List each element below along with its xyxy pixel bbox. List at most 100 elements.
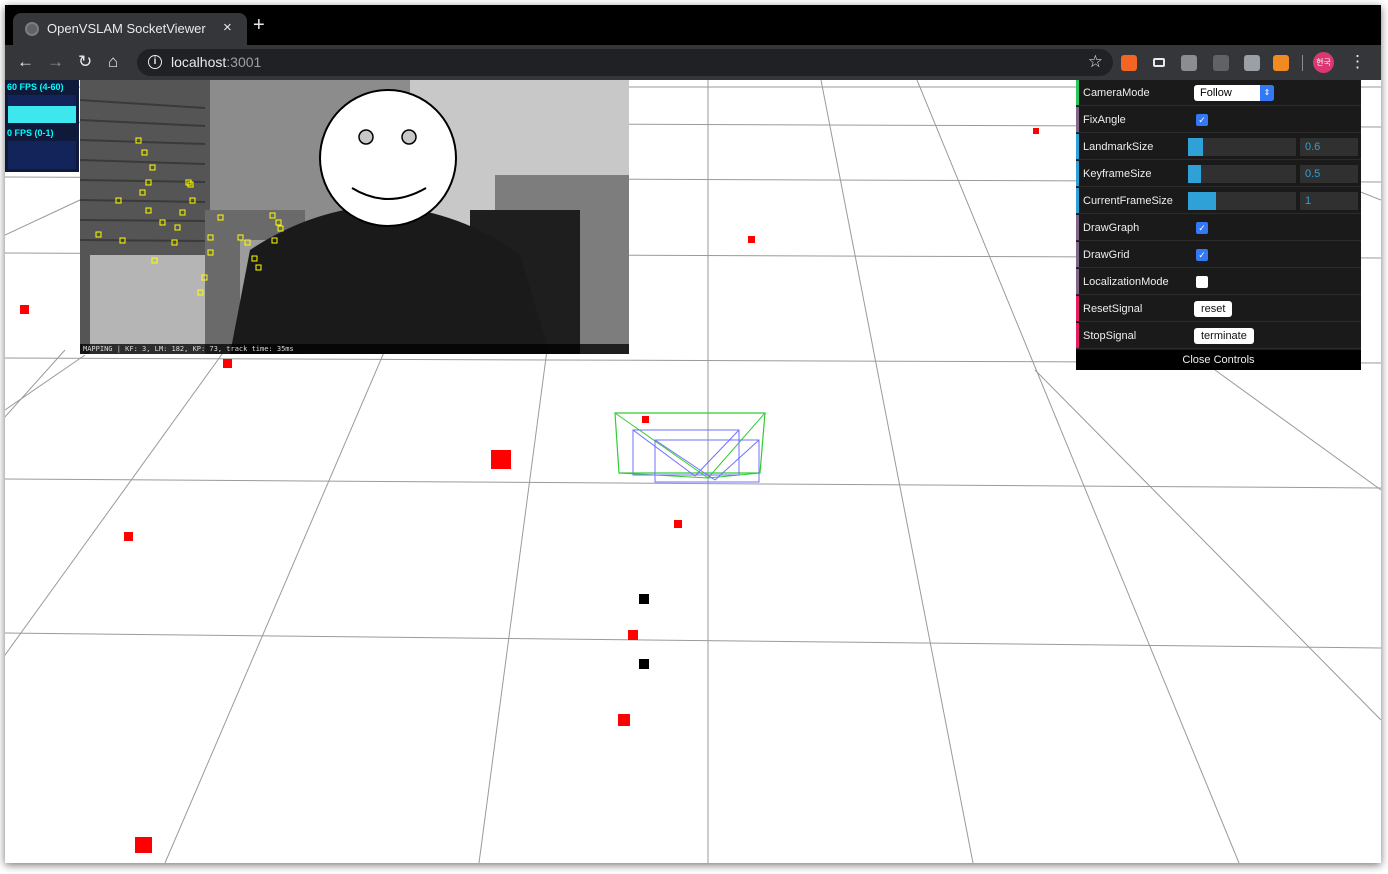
reset-button[interactable]: reset (1194, 301, 1233, 317)
close-tab-icon[interactable]: × (223, 19, 232, 37)
frustums (614, 412, 766, 483)
stats-monitor[interactable]: 60 FPS (4-60) 0 FPS (0-1) (5, 80, 79, 172)
screen-extension-icon[interactable] (1153, 58, 1165, 67)
forward-arrow-icon[interactable]: → (47, 52, 64, 72)
secondary-fps-panel[interactable]: 0 FPS (0-1) (5, 126, 79, 172)
grid-line (5, 349, 226, 656)
current-frame-edge (614, 412, 709, 479)
reset-signal-label: ResetSignal (1083, 303, 1143, 315)
url-port: :3001 (226, 54, 262, 70)
reader-extension-icon[interactable] (1213, 55, 1229, 71)
landmark-size-slider-fill (1188, 138, 1204, 156)
keyframe-edge (632, 429, 696, 477)
stop-signal-label: StopSignal (1083, 330, 1137, 342)
keyframe-edge (694, 429, 740, 477)
current-frame-size-label: CurrentFrameSize (1083, 195, 1173, 207)
landmark-point (491, 450, 511, 469)
fps-panel[interactable]: 60 FPS (4-60) (5, 80, 79, 126)
tab-title: OpenVSLAM SocketViewer (47, 21, 206, 36)
camera-mode-label: CameraMode (1083, 87, 1150, 99)
toolbar-separator (1302, 55, 1303, 71)
landmark-point (20, 305, 29, 314)
rss-extension-icon[interactable] (1121, 55, 1137, 71)
menu-dots-icon[interactable]: ⋮ (1349, 53, 1366, 71)
landmark-point (642, 416, 649, 423)
controls-panel[interactable]: CameraMode Follow ⇕ FixAngle ✓ LandmarkSi… (1076, 80, 1361, 370)
secondary-fps-label: 0 FPS (0-1) (7, 128, 54, 138)
profile-avatar[interactable]: 현국 (1313, 52, 1334, 73)
back-arrow-icon[interactable]: ← (17, 52, 34, 72)
tab-openvslam[interactable]: OpenVSLAM SocketViewer × (13, 13, 247, 45)
secondary-fps-graph (8, 141, 76, 169)
current-frame-size-input[interactable]: 1 (1300, 192, 1358, 210)
smiley-face (319, 89, 457, 227)
grid-line (1034, 369, 1381, 721)
current-frame-edge (707, 412, 766, 479)
viewer-viewport[interactable]: 60 FPS (4-60) 0 FPS (0-1) MAPPING | KF: … (5, 80, 1381, 863)
keyframe-edge (654, 439, 716, 481)
camera-mode-select[interactable]: Follow ⇕ (1194, 85, 1274, 101)
tracking-status: MAPPING | KF: 3, LM: 182, KP: 73, track … (80, 344, 629, 354)
reload-icon[interactable]: ↻ (78, 52, 92, 72)
keyframe-size-label: KeyframeSize (1083, 168, 1152, 180)
home-icon[interactable]: ⌂ (108, 52, 118, 72)
control-localization-mode: LocalizationMode (1076, 269, 1361, 295)
landmark-point (135, 837, 152, 853)
window-extension-icon[interactable] (1244, 55, 1260, 71)
globe-icon (25, 22, 39, 36)
fps-graph-fill (8, 106, 76, 123)
browser-toolbar: ← → ↻ ⌂ i localhost:3001 ☆ 현국 ⋮ (5, 45, 1381, 80)
grid-line (5, 349, 66, 418)
browser-window: OpenVSLAM SocketViewer × + ← → ↻ ⌂ i loc… (5, 5, 1381, 863)
draw-grid-checkbox[interactable]: ✓ (1196, 249, 1208, 261)
landmark-size-label: LandmarkSize (1083, 141, 1154, 153)
localization-mode-label: LocalizationMode (1083, 276, 1169, 288)
hand-extension-icon[interactable] (1181, 55, 1197, 71)
ex-extension-icon[interactable] (1273, 55, 1289, 71)
terminate-button[interactable]: terminate (1194, 328, 1254, 344)
landmark-point (124, 532, 133, 541)
grid-line (5, 199, 81, 236)
bookmark-star-icon[interactable]: ☆ (1088, 52, 1103, 72)
control-stop-signal: StopSignal terminate (1076, 323, 1361, 349)
close-controls-button[interactable]: Close Controls (1076, 350, 1361, 370)
landmark-point (1033, 128, 1039, 134)
keyframe-size-slider[interactable] (1188, 165, 1296, 183)
localization-mode-checkbox[interactable] (1196, 276, 1208, 288)
grid-line (164, 349, 386, 863)
control-keyframe-size: KeyframeSize 0.5 (1076, 161, 1361, 187)
url-text: localhost:3001 (171, 54, 261, 70)
info-icon[interactable]: i (148, 55, 162, 69)
local-landmark-point (639, 594, 649, 604)
landmark-point (628, 630, 638, 640)
draw-grid-label: DrawGrid (1083, 249, 1130, 261)
draw-graph-checkbox[interactable]: ✓ (1196, 222, 1208, 234)
grid-line (5, 354, 86, 411)
grid-line (1214, 369, 1381, 491)
landmark-size-input[interactable]: 0.6 (1300, 138, 1358, 156)
fps-graph (8, 95, 76, 123)
control-current-frame-size: CurrentFrameSize 1 (1076, 188, 1361, 214)
address-bar[interactable]: i localhost:3001 ☆ (137, 49, 1113, 76)
select-chevron-icon: ⇕ (1260, 85, 1274, 101)
landmark-point (748, 236, 755, 243)
grid-line (5, 632, 1381, 649)
grid-line (5, 478, 1381, 489)
landmark-point (674, 520, 682, 528)
landmark-size-slider[interactable] (1188, 138, 1296, 156)
new-tab-button[interactable]: + (253, 15, 265, 35)
control-draw-grid: DrawGrid ✓ (1076, 242, 1361, 268)
camera-image (80, 80, 629, 354)
url-host: localhost (171, 54, 227, 70)
fix-angle-label: FixAngle (1083, 114, 1126, 126)
control-draw-graph: DrawGraph ✓ (1076, 215, 1361, 241)
landmark-point (618, 714, 630, 726)
box (90, 255, 210, 354)
fps-label: 60 FPS (4-60) (7, 82, 64, 92)
camera-feed: MAPPING | KF: 3, LM: 182, KP: 73, track … (80, 80, 629, 354)
current-frame-size-slider-fill (1188, 192, 1217, 210)
fix-angle-checkbox[interactable]: ✓ (1196, 114, 1208, 126)
keyframe-size-input[interactable]: 0.5 (1300, 165, 1358, 183)
control-reset-signal: ResetSignal reset (1076, 296, 1361, 322)
current-frame-size-slider[interactable] (1188, 192, 1296, 210)
